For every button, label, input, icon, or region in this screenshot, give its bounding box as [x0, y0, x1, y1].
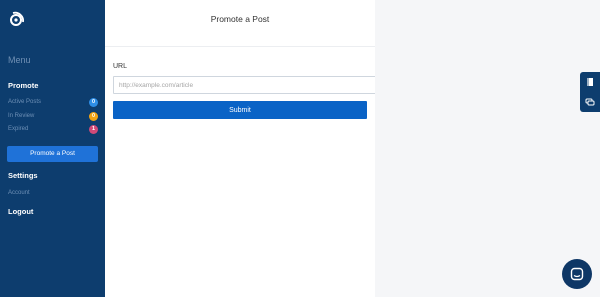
- url-input[interactable]: [113, 76, 377, 94]
- side-tab-chat[interactable]: [580, 92, 600, 112]
- page-title: Promote a Post: [210, 14, 270, 24]
- submit-button[interactable]: Submit: [113, 101, 367, 119]
- promote-a-post-button[interactable]: Promote a Post: [7, 146, 98, 162]
- logout-link[interactable]: Logout: [8, 207, 33, 216]
- main-content: Promote a Post URL Submit: [105, 0, 377, 297]
- settings-section-title[interactable]: Settings: [8, 171, 38, 180]
- sidebar-item-expired[interactable]: Expired 1: [8, 125, 98, 134]
- sidebar-item-label: Expired: [8, 126, 29, 132]
- count-badge: 1: [89, 125, 98, 134]
- side-tab-guide[interactable]: [580, 72, 600, 92]
- promote-section-title[interactable]: Promote: [8, 81, 38, 90]
- page-header: Promote a Post: [105, 0, 375, 47]
- sidebar-item-label: Active Posts: [8, 99, 42, 105]
- sidebar: Menu Promote Active Posts 0 In Review 0 …: [0, 0, 105, 297]
- count-badge: 0: [89, 98, 98, 107]
- sidebar-item-account[interactable]: Account: [8, 190, 30, 196]
- sidebar-item-in-review[interactable]: In Review 0: [8, 112, 98, 121]
- url-label: URL: [113, 63, 128, 70]
- chat-bubbles-icon: [585, 98, 595, 106]
- chat-widget-button[interactable]: [562, 259, 592, 289]
- book-icon: [587, 78, 593, 86]
- right-blank-area: [375, 0, 600, 297]
- menu-title: Menu: [8, 55, 31, 65]
- logo-icon: [10, 11, 24, 26]
- count-badge: 0: [89, 112, 98, 121]
- sidebar-item-active-posts[interactable]: Active Posts 0: [8, 98, 98, 107]
- side-tabs: [580, 72, 600, 112]
- chat-icon: [570, 267, 584, 281]
- sidebar-item-label: In Review: [8, 113, 35, 119]
